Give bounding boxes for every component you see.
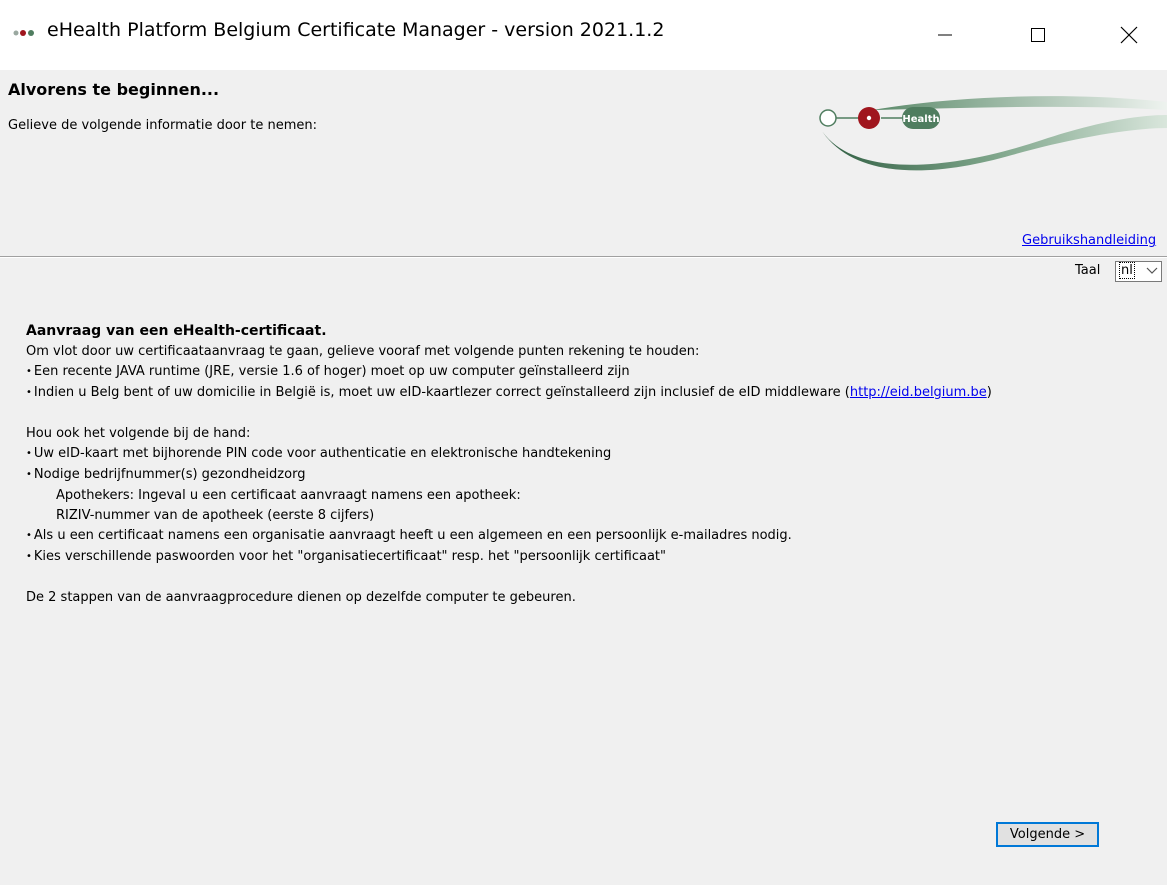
- manual-link[interactable]: Gebruikshandleiding: [1022, 233, 1156, 248]
- language-value: nl: [1119, 262, 1135, 279]
- item-email: Als u een certificaat namens een organis…: [33, 528, 792, 543]
- eid-link[interactable]: http://eid.belgium.be: [850, 385, 987, 400]
- req-eid-suffix: ): [986, 385, 992, 400]
- ehealth-logo: Health: [819, 96, 1167, 171]
- list-item: Indien u Belg bent of uw domicilie in Be…: [26, 383, 1146, 404]
- req-java-text: Een recente JAVA runtime (JRE, versie 1.…: [33, 364, 630, 379]
- language-label: Taal: [1075, 263, 1101, 278]
- minimize-icon: [938, 34, 952, 36]
- page-subtitle: Gelieve de volgende informatie door te n…: [8, 118, 317, 133]
- intro-text: Om vlot door uw certificaataanvraag te g…: [26, 344, 700, 359]
- close-button[interactable]: [1098, 0, 1160, 70]
- maximize-icon: [1031, 28, 1045, 42]
- chevron-down-icon: [1146, 267, 1158, 274]
- pharmacist-note: Apothekers: Ingeval u een certificaat aa…: [56, 488, 521, 503]
- item-company-number: Nodige bedrijfnummer(s) gezondheidzorg: [33, 467, 306, 482]
- header-panel: Alvorens te beginnen... Gelieve de volge…: [0, 70, 1167, 256]
- divider-highlight: [0, 257, 1167, 258]
- list-item: Uw eID-kaart met bijhorende PIN code voo…: [26, 444, 1146, 465]
- list-item: Kies verschillende paswoorden voor het "…: [26, 547, 1146, 568]
- maximize-button[interactable]: [1007, 0, 1069, 70]
- closing-text: De 2 stappen van de aanvraagprocedure di…: [26, 590, 576, 605]
- page-title: Alvorens te beginnen...: [8, 80, 220, 99]
- content-heading: Aanvraag van een eHealth-certificaat.: [26, 323, 327, 339]
- title-bar: eHealth Platform Belgium Certificate Man…: [0, 0, 1167, 70]
- item-eid-card: Uw eID-kaart met bijhorende PIN code voo…: [33, 446, 612, 461]
- list-item: Nodige bedrijfnummer(s) gezondheidzorg: [26, 465, 1146, 486]
- close-icon: [1120, 26, 1138, 44]
- list-item: Een recente JAVA runtime (JRE, versie 1.…: [26, 362, 1146, 383]
- req-eid-text: Indien u Belg bent of uw domicilie in Be…: [33, 385, 850, 400]
- list-item: Als u een certificaat namens een organis…: [26, 526, 1146, 547]
- riziv-note: RIZIV-nummer van de apotheek (eerste 8 c…: [56, 508, 375, 523]
- app-icon: [13, 30, 34, 36]
- language-select[interactable]: nl: [1115, 261, 1162, 282]
- logo-text: Health: [902, 114, 939, 125]
- item-passwords: Kies verschillende paswoorden voor het "…: [33, 549, 666, 564]
- info-content: Aanvraag van een eHealth-certificaat. Om…: [26, 322, 1146, 608]
- window-title: eHealth Platform Belgium Certificate Man…: [47, 19, 665, 41]
- minimize-button[interactable]: [914, 0, 976, 70]
- keep-title: Hou ook het volgende bij de hand:: [26, 426, 251, 441]
- next-button[interactable]: Volgende >: [996, 822, 1099, 847]
